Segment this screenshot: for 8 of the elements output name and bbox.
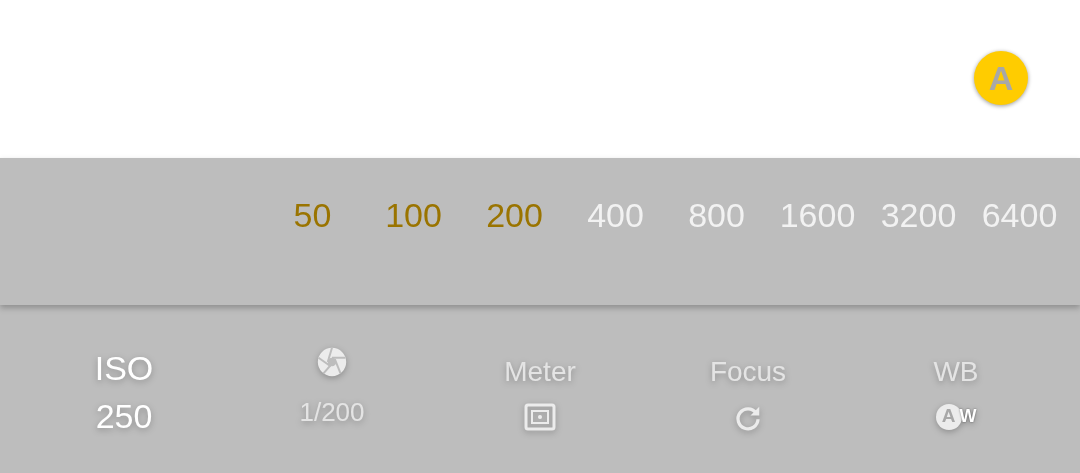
iso-label: ISO xyxy=(94,348,154,389)
mode-badge[interactable]: A xyxy=(974,51,1028,105)
iso-value: 250 xyxy=(95,396,153,437)
aperture-icon xyxy=(315,345,349,379)
iso-option[interactable]: 50 xyxy=(262,193,363,237)
iso-option[interactable]: 200 xyxy=(464,193,565,237)
metering-icon xyxy=(524,403,556,431)
iso-option[interactable]: 100 xyxy=(363,193,464,237)
